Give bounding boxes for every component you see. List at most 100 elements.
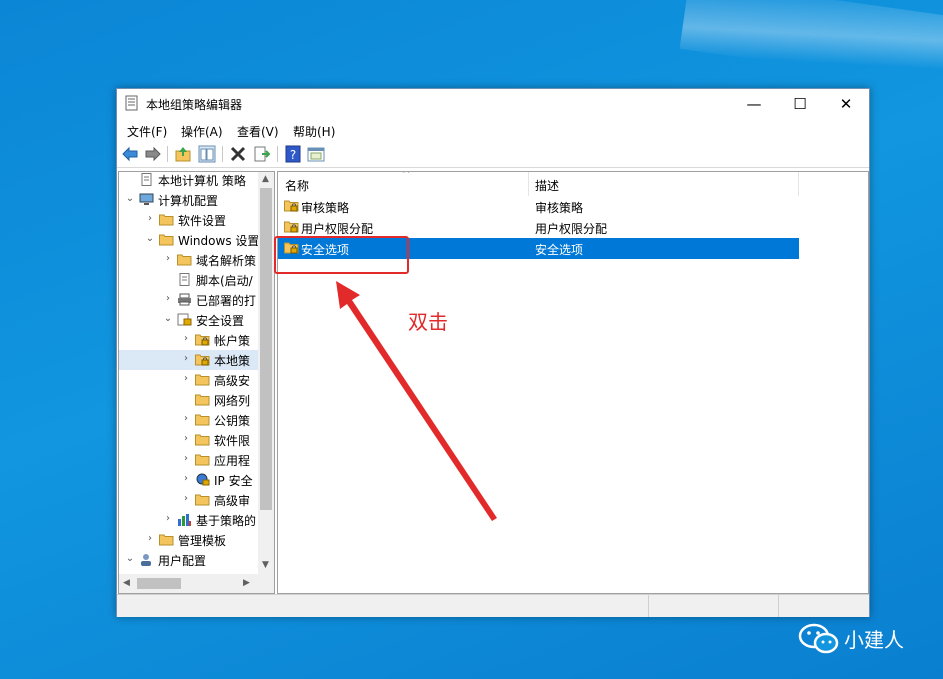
- tree-horizontal-scrollbar[interactable]: ◀ ▶: [119, 574, 274, 593]
- tree-item[interactable]: › 基于策略的: [119, 510, 259, 530]
- minimize-button[interactable]: —: [731, 89, 777, 119]
- column-divider[interactable]: [798, 172, 799, 196]
- menu-action[interactable]: 操作(A): [181, 123, 223, 140]
- tree-item-label: 安全设置: [196, 314, 245, 328]
- tree-item[interactable]: › 已部署的打: [119, 290, 259, 310]
- tree-item[interactable]: ⌄ 安全设置: [119, 310, 259, 330]
- folder-icon: [195, 453, 210, 466]
- folder-icon: [195, 373, 210, 386]
- tree-item-label: 管理模板: [178, 534, 227, 548]
- back-arrow-icon[interactable]: [121, 145, 139, 163]
- tree-item[interactable]: › 公钥策: [119, 410, 259, 430]
- tree-item-label: 软件限: [214, 434, 251, 448]
- tree-item[interactable]: ⌄ 计算机配置: [119, 190, 259, 210]
- close-button[interactable]: ✕: [823, 89, 869, 119]
- scroll-thumb[interactable]: [260, 188, 272, 510]
- tree-item-label: 域名解析策: [196, 254, 257, 268]
- up-folder-icon[interactable]: [174, 145, 192, 163]
- list-row[interactable]: 用户权限分配 用户权限分配: [278, 217, 799, 238]
- show-hide-tree-icon[interactable]: [198, 145, 216, 163]
- list-cell-description: 审核策略: [535, 201, 584, 215]
- list-cell-name: 用户权限分配: [301, 222, 374, 236]
- tree-item[interactable]: › 应用程: [119, 450, 259, 470]
- tree-item[interactable]: › 管理模板: [119, 530, 259, 550]
- tree-item[interactable]: › 软件设置: [119, 210, 259, 230]
- scroll-down-arrow-icon[interactable]: ▼: [262, 560, 269, 570]
- tree-item[interactable]: › 本地策: [119, 350, 259, 370]
- expand-chevron-icon[interactable]: ›: [181, 453, 191, 464]
- tree-item[interactable]: ⌄ Windows 设置: [119, 230, 259, 250]
- expand-chevron-icon[interactable]: ›: [181, 333, 191, 344]
- tree-vertical-scrollbar[interactable]: ▲ ▼: [258, 172, 274, 574]
- tree-item[interactable]: 脚本(启动/: [119, 270, 259, 290]
- tree-item-label: 应用程: [214, 454, 251, 468]
- printer-icon: [177, 293, 192, 306]
- script-icon: [177, 273, 192, 286]
- menu-view[interactable]: 查看(V): [237, 123, 279, 140]
- annotation-highlight-box: [274, 236, 409, 274]
- tree-item[interactable]: › 高级审: [119, 490, 259, 510]
- menu-help[interactable]: 帮助(H): [293, 123, 335, 140]
- list-row[interactable]: 审核策略 审核策略: [278, 196, 799, 217]
- expand-chevron-icon[interactable]: ›: [181, 433, 191, 444]
- tree-item-label: 软件设置: [178, 214, 227, 228]
- details-list[interactable]: 名称 ^ 描述 审核策略 审核策略 用户权限分配 用户权限分配 安全选项 安全选项: [277, 171, 869, 594]
- expand-chevron-icon[interactable]: ›: [163, 293, 173, 304]
- column-divider[interactable]: [528, 172, 529, 196]
- properties-pane-icon[interactable]: [307, 145, 325, 163]
- tree-item-label: 已部署的打: [196, 294, 257, 308]
- window-title: 本地组策略编辑器: [146, 98, 243, 112]
- desktop-light-streak: [679, 0, 943, 91]
- menu-file[interactable]: 文件(F): [127, 123, 167, 140]
- tree-item[interactable]: 本地计算机 策略: [119, 172, 259, 190]
- collapse-chevron-icon[interactable]: ⌄: [125, 193, 135, 204]
- export-list-icon[interactable]: [253, 145, 271, 163]
- tree-item-label: 公钥策: [214, 414, 251, 428]
- toolbar-separator: [222, 146, 223, 162]
- expand-chevron-icon[interactable]: ›: [181, 473, 191, 484]
- watermark: 小建人: [796, 620, 916, 660]
- help-icon[interactable]: ?: [284, 145, 302, 163]
- policy-app-icon: [125, 95, 138, 111]
- tree-item-label: 网络列: [214, 394, 251, 408]
- toolbar-separator: [167, 146, 168, 162]
- title-bar[interactable]: 本地组策略编辑器 — ☐ ✕: [117, 89, 869, 119]
- delete-icon[interactable]: [229, 145, 247, 163]
- user-icon: [139, 553, 154, 566]
- folder-icon: [195, 493, 210, 506]
- collapse-chevron-icon[interactable]: ⌄: [145, 233, 155, 244]
- collapse-chevron-icon[interactable]: ⌄: [125, 553, 135, 564]
- expand-chevron-icon[interactable]: ›: [163, 513, 173, 524]
- folder-icon: [195, 413, 210, 426]
- expand-chevron-icon[interactable]: ›: [181, 493, 191, 504]
- tree-item[interactable]: › IP 安全: [119, 470, 259, 490]
- forward-arrow-icon[interactable]: [144, 145, 162, 163]
- expand-chevron-icon[interactable]: ›: [181, 353, 191, 364]
- tree-item-label: 脚本(启动/: [196, 274, 253, 288]
- tree-item[interactable]: ⌄ 用户配置: [119, 550, 259, 570]
- folder-icon: [195, 433, 210, 446]
- scroll-right-arrow-icon[interactable]: ▶: [243, 578, 250, 588]
- expand-chevron-icon[interactable]: ›: [145, 213, 155, 224]
- folder-icon: [177, 253, 192, 266]
- folder-icon: [159, 233, 174, 246]
- navigation-tree[interactable]: 本地计算机 策略 ⌄ 计算机配置 › 软件设置 ⌄ Windows 设置 › 域名解析策脚本(启…: [118, 171, 275, 594]
- expand-chevron-icon[interactable]: ›: [181, 373, 191, 384]
- svg-text:?: ?: [290, 148, 296, 162]
- expand-chevron-icon[interactable]: ›: [181, 413, 191, 424]
- expand-chevron-icon[interactable]: ›: [145, 533, 155, 544]
- security-icon: [177, 313, 192, 326]
- tree-item[interactable]: 网络列: [119, 390, 259, 410]
- maximize-button[interactable]: ☐: [777, 89, 823, 119]
- collapse-chevron-icon[interactable]: ⌄: [163, 313, 173, 324]
- expand-chevron-icon[interactable]: ›: [163, 253, 173, 264]
- tree-item[interactable]: › 域名解析策: [119, 250, 259, 270]
- tree-item[interactable]: › 高级安: [119, 370, 259, 390]
- tree-item[interactable]: › 软件限: [119, 430, 259, 450]
- tree-item-label: IP 安全: [214, 474, 253, 488]
- tree-item-label: Windows 设置: [178, 234, 259, 248]
- tree-item[interactable]: › 帐户策: [119, 330, 259, 350]
- scroll-up-arrow-icon[interactable]: ▲: [262, 174, 269, 184]
- scroll-left-arrow-icon[interactable]: ◀: [123, 578, 130, 588]
- scroll-thumb[interactable]: [137, 578, 181, 589]
